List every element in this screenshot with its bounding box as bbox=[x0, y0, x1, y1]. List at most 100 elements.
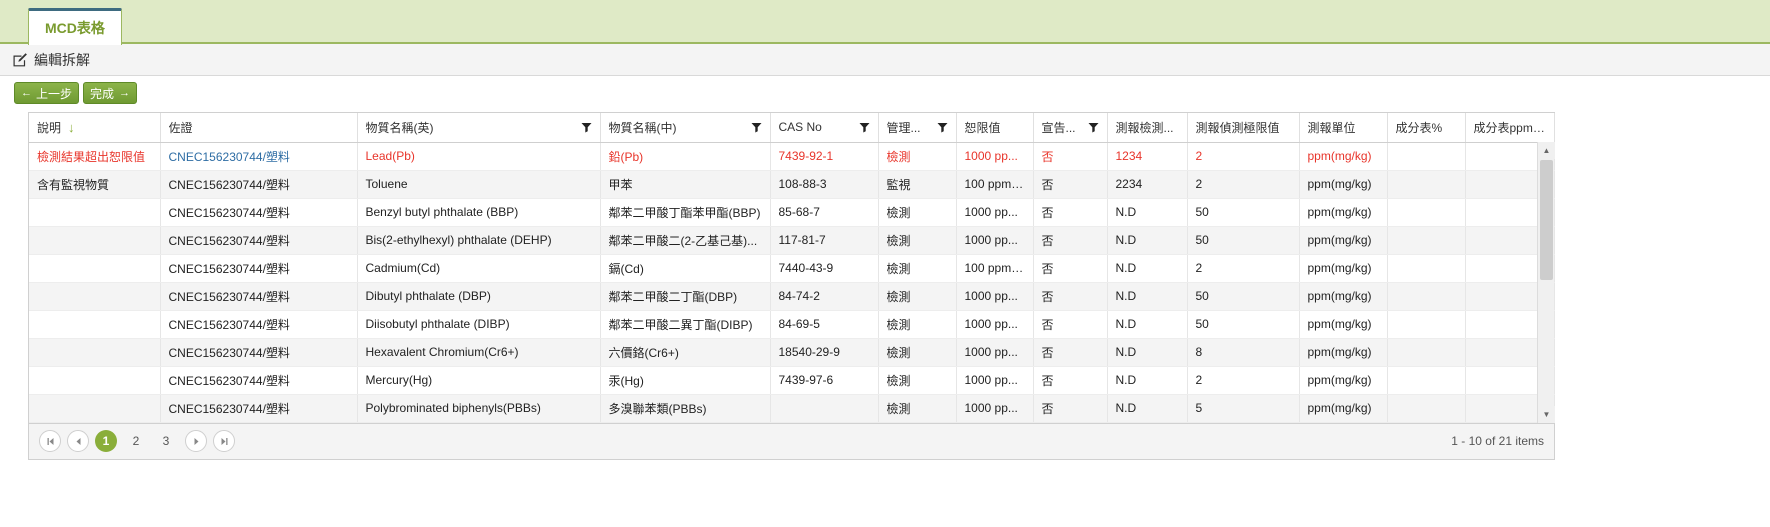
cell-evidence[interactable]: CNEC156230744/塑料 bbox=[160, 170, 358, 199]
cell-name_en: Dibutyl phthalate (DBP) bbox=[357, 282, 601, 311]
sort-descending-icon[interactable]: ↓ bbox=[68, 121, 75, 134]
cell-evidence[interactable]: CNEC156230744/塑料 bbox=[160, 394, 358, 423]
cell-name_en: Hexavalent Chromium(Cr6+) bbox=[357, 338, 601, 367]
cell-pct bbox=[1387, 394, 1466, 423]
prev-page-icon bbox=[76, 437, 80, 445]
edit-bar: 編輯拆解 bbox=[0, 44, 1770, 76]
column-header-unit[interactable]: 測報單位 bbox=[1299, 113, 1388, 143]
column-header-label: 成分表% bbox=[1395, 120, 1443, 135]
cell-detect: 2 bbox=[1187, 142, 1300, 171]
cell-cas: 117-81-7 bbox=[770, 226, 879, 255]
edit-pencil-icon bbox=[12, 52, 28, 68]
cell-limit: 1000 pp... bbox=[956, 366, 1034, 395]
tab-mcd-table[interactable]: MCD表格 bbox=[28, 8, 122, 45]
table-row[interactable]: CNEC156230744/塑料 Diisobutyl phthalate (DI… bbox=[29, 310, 1555, 339]
cell-desc bbox=[29, 366, 161, 395]
scroll-down-icon[interactable]: ▼ bbox=[1538, 405, 1555, 423]
cell-declare: 否 bbox=[1033, 170, 1108, 199]
cell-detect: 50 bbox=[1187, 282, 1300, 311]
filter-funnel-icon[interactable] bbox=[581, 122, 592, 133]
column-header-manage[interactable]: 管理... bbox=[878, 113, 957, 143]
pager-page-3[interactable]: 3 bbox=[155, 430, 177, 452]
header-row: 說明 ↓ 佐證 物質名稱(英) 物質名稱(中) CAS No 管理... 恕限值 宣告... 測報… bbox=[29, 113, 1555, 143]
table-row[interactable]: CNEC156230744/塑料 Cadmium(Cd) 鎘(Cd) 7440-43-… bbox=[29, 254, 1555, 283]
pager-page-2[interactable]: 2 bbox=[125, 430, 147, 452]
column-header-limit[interactable]: 恕限值 bbox=[956, 113, 1034, 143]
cell-evidence[interactable]: CNEC156230744/塑料 bbox=[160, 226, 358, 255]
column-header-desc[interactable]: 說明 ↓ bbox=[29, 113, 161, 143]
cell-name_zh: 六價鉻(Cr6+) bbox=[600, 338, 771, 367]
cell-desc bbox=[29, 394, 161, 423]
table-row[interactable]: CNEC156230744/塑料 Hexavalent Chromium(Cr6+… bbox=[29, 338, 1555, 367]
table-row[interactable]: CNEC156230744/塑料 Benzyl butyl phthalate (… bbox=[29, 198, 1555, 227]
cell-pct bbox=[1387, 226, 1466, 255]
column-header-label: 測報偵測極限值 bbox=[1195, 120, 1280, 135]
column-header-result[interactable]: 測報檢測... bbox=[1107, 113, 1188, 143]
cell-unit: ppm(mg/kg) bbox=[1299, 226, 1388, 255]
filter-funnel-icon[interactable] bbox=[751, 122, 762, 133]
column-header-pct[interactable]: 成分表% bbox=[1387, 113, 1466, 143]
cell-desc bbox=[29, 226, 161, 255]
cell-unit: ppm(mg/kg) bbox=[1299, 254, 1388, 283]
prev-step-button[interactable]: ← 上一步 bbox=[14, 82, 80, 104]
cell-name_en: Toluene bbox=[357, 170, 601, 199]
scrollbar-thumb[interactable] bbox=[1540, 160, 1553, 280]
cell-evidence[interactable]: CNEC156230744/塑料 bbox=[160, 310, 358, 339]
table-row[interactable]: CNEC156230744/塑料 Dibutyl phthalate (DBP) 鄰… bbox=[29, 282, 1555, 311]
grid-vertical-scrollbar[interactable]: ▲ ▼ bbox=[1537, 142, 1555, 423]
cell-manage: 檢測 bbox=[878, 226, 957, 255]
cell-result: 2234 bbox=[1107, 170, 1188, 199]
cell-limit: 1000 pp... bbox=[956, 198, 1034, 227]
pager-first-button[interactable] bbox=[39, 430, 61, 452]
column-header-ppm[interactable]: 成分表ppm(m... bbox=[1465, 113, 1555, 143]
column-header-detect[interactable]: 測報偵測極限值 bbox=[1187, 113, 1300, 143]
column-header-evidence[interactable]: 佐證 bbox=[160, 113, 358, 143]
column-header-name_en[interactable]: 物質名稱(英) bbox=[357, 113, 601, 143]
cell-evidence[interactable]: CNEC156230744/塑料 bbox=[160, 198, 358, 227]
cell-name_zh: 鄰苯二甲酸二(2-乙基己基)... bbox=[600, 226, 771, 255]
filter-funnel-icon[interactable] bbox=[937, 122, 948, 133]
cell-declare: 否 bbox=[1033, 310, 1108, 339]
pager-page-1[interactable]: 1 bbox=[95, 430, 117, 452]
cell-evidence[interactable]: CNEC156230744/塑料 bbox=[160, 254, 358, 283]
cell-evidence[interactable]: CNEC156230744/塑料 bbox=[160, 142, 358, 171]
pager-last-button[interactable] bbox=[213, 430, 235, 452]
column-header-declare[interactable]: 宣告... bbox=[1033, 113, 1108, 143]
cell-unit: ppm(mg/kg) bbox=[1299, 198, 1388, 227]
cell-evidence[interactable]: CNEC156230744/塑料 bbox=[160, 338, 358, 367]
column-header-label: 管理... bbox=[886, 120, 921, 135]
cell-declare: 否 bbox=[1033, 226, 1108, 255]
table-row[interactable]: CNEC156230744/塑料 Bis(2-ethylhexyl) phthal… bbox=[29, 226, 1555, 255]
pagination-bar: 123 1 - 10 of 21 items bbox=[28, 423, 1555, 460]
cell-detect: 50 bbox=[1187, 310, 1300, 339]
finish-label: 完成 bbox=[90, 86, 115, 101]
cell-desc: 檢測結果超出恕限值 bbox=[29, 142, 161, 171]
column-header-name_zh[interactable]: 物質名稱(中) bbox=[600, 113, 771, 143]
cell-result: N.D bbox=[1107, 338, 1188, 367]
table-row[interactable]: 檢測結果超出恕限值 CNEC156230744/塑料 Lead(Pb) 鉛(Pb) 74… bbox=[29, 142, 1555, 171]
filter-funnel-icon[interactable] bbox=[859, 122, 870, 133]
cell-unit: ppm(mg/kg) bbox=[1299, 142, 1388, 171]
cell-name_zh: 鄰苯二甲酸二丁酯(DBP) bbox=[600, 282, 771, 311]
table-row[interactable]: CNEC156230744/塑料 Polybrominated biphenyls… bbox=[29, 394, 1555, 423]
cell-cas bbox=[770, 394, 879, 423]
pager-prev-button[interactable] bbox=[67, 430, 89, 452]
cell-detect: 50 bbox=[1187, 226, 1300, 255]
filter-funnel-icon[interactable] bbox=[1088, 122, 1099, 133]
cell-desc bbox=[29, 338, 161, 367]
cell-manage: 檢測 bbox=[878, 394, 957, 423]
column-header-label: 物質名稱(英) bbox=[365, 120, 434, 135]
cell-limit: 1000 pp... bbox=[956, 226, 1034, 255]
pager-next-button[interactable] bbox=[185, 430, 207, 452]
scroll-up-icon[interactable]: ▲ bbox=[1538, 142, 1555, 159]
cell-pct bbox=[1387, 366, 1466, 395]
cell-cas: 84-74-2 bbox=[770, 282, 879, 311]
finish-button[interactable]: 完成 → bbox=[83, 82, 138, 104]
cell-limit: 1000 pp... bbox=[956, 338, 1034, 367]
column-header-cas[interactable]: CAS No bbox=[770, 113, 879, 143]
table-row[interactable]: CNEC156230744/塑料 Mercury(Hg) 汞(Hg) 7439-97-… bbox=[29, 366, 1555, 395]
cell-evidence[interactable]: CNEC156230744/塑料 bbox=[160, 282, 358, 311]
cell-pct bbox=[1387, 310, 1466, 339]
cell-evidence[interactable]: CNEC156230744/塑料 bbox=[160, 366, 358, 395]
table-row[interactable]: 含有監視物質 CNEC156230744/塑料 Toluene 甲苯 108-88-3 監… bbox=[29, 170, 1555, 199]
